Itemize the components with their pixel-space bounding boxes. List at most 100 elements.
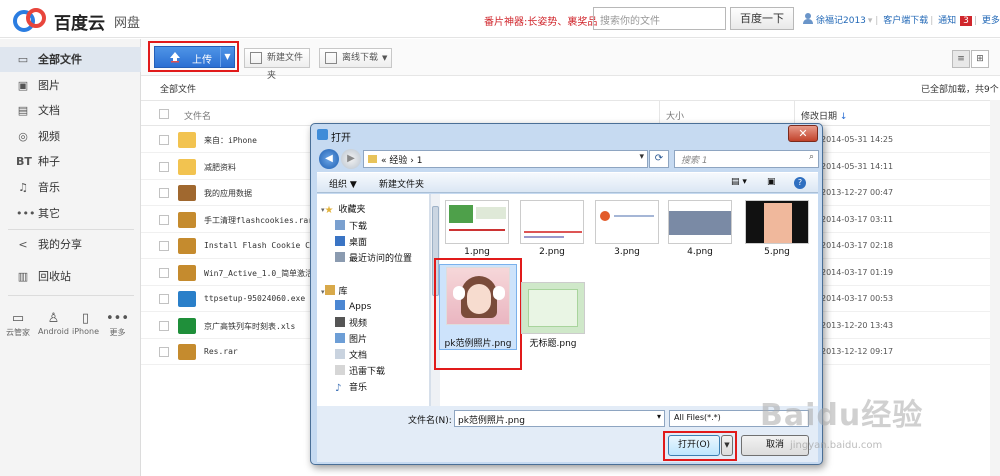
file-name[interactable]: Win7_Active_1.0_简单激活工	[204, 268, 321, 279]
dialog-close-button[interactable]: ✕	[788, 125, 818, 142]
folder-icon	[178, 158, 196, 175]
file-label-3[interactable]: 3.png	[595, 247, 659, 257]
offline-download-button[interactable]: 离线下载 ▼	[319, 48, 392, 68]
row-checkbox[interactable]	[159, 241, 169, 251]
file-name[interactable]: 减肥资料	[204, 162, 236, 173]
nav-favorites[interactable]: ▾★ 收藏夹	[321, 202, 366, 216]
open-button[interactable]: 打开(O)	[668, 435, 720, 456]
row-checkbox[interactable]	[159, 267, 169, 278]
dialog-search-input[interactable]: 搜索 1 ⌕	[674, 150, 819, 168]
back-button[interactable]: ◀	[319, 149, 339, 169]
nav-desktop[interactable]: 桌面	[335, 235, 367, 248]
file-name[interactable]: Install Flash Cookie Clea	[204, 241, 324, 250]
sidebar-item-music[interactable]: ♫ 音乐	[0, 175, 141, 200]
exe-icon	[178, 291, 196, 307]
row-checkbox[interactable]	[159, 135, 169, 145]
view-options-icon[interactable]: ▤ ▾	[731, 177, 747, 187]
file-label-4[interactable]: 4.png	[668, 247, 732, 257]
grid-view-toggle[interactable]: ⊞	[971, 50, 989, 68]
col-date[interactable]: 修改日期 ↓	[801, 109, 847, 122]
forward-button[interactable]: ▶	[341, 149, 361, 169]
preview-pane-icon[interactable]: ▣	[767, 177, 776, 187]
username-link[interactable]: 徐福记2013	[816, 16, 866, 26]
filename-input[interactable]: pk范例照片.png ▾	[454, 410, 665, 427]
baidu-cloud-logo[interactable]	[10, 6, 50, 32]
breadcrumb[interactable]: 全部文件	[160, 82, 196, 95]
search-button[interactable]: 百度一下	[730, 7, 794, 30]
nav-xunlei[interactable]: 迅雷下载	[335, 364, 385, 377]
chevron-down-icon[interactable]: ▾	[657, 412, 661, 421]
file-label-untitled[interactable]: 无标题.png	[521, 336, 585, 349]
sidebar-item-other[interactable]: ••• 其它	[0, 201, 141, 226]
sidebar-item-all-files[interactable]: ▭ 全部文件	[0, 47, 141, 72]
upload-button[interactable]: 上传 ▼	[154, 46, 235, 68]
file-label-1[interactable]: 1.png	[445, 247, 509, 257]
sidebar-item-share[interactable]: < 我的分享	[0, 232, 141, 257]
select-all-checkbox[interactable]	[159, 109, 169, 119]
user-links: 徐福记2013 ▾ | 客户端下载 | 通知 3 | 更多	[816, 16, 1000, 26]
row-checkbox[interactable]	[159, 320, 169, 331]
device-android[interactable]: ♙ Android	[38, 311, 69, 336]
address-bar[interactable]: « 经验 › 1 ▾	[363, 150, 648, 168]
notice-link[interactable]: 通知	[938, 16, 956, 26]
file-name[interactable]: 京广高铁列车时刻表.xls	[204, 321, 295, 332]
upload-dropdown[interactable]: ▼	[220, 47, 234, 67]
search-input[interactable]: 搜索你的文件	[593, 7, 726, 30]
file-thumb-2[interactable]	[520, 200, 584, 244]
file-thumb-4[interactable]	[668, 200, 732, 244]
col-filename[interactable]: 文件名	[184, 109, 211, 122]
chevron-down-icon[interactable]: ▾	[639, 152, 644, 162]
list-view-toggle[interactable]: ≡	[952, 50, 970, 68]
device-iphone[interactable]: ▯ iPhone	[72, 311, 99, 336]
file-name[interactable]: 手工清理flashcookies.rar	[204, 215, 313, 226]
row-checkbox[interactable]	[159, 214, 169, 225]
main-scrollbar[interactable]	[990, 100, 1000, 476]
row-checkbox[interactable]	[159, 294, 169, 304]
nav-downloads[interactable]: 下载	[335, 219, 367, 232]
promo-link[interactable]: 番片神器:长姿势、裹奖品	[484, 13, 597, 28]
sidebar-item-videos[interactable]: ◎ 视频	[0, 124, 141, 149]
file-thumb-5[interactable]	[745, 200, 809, 244]
nav-pictures[interactable]: 图片	[335, 332, 367, 345]
sidebar-item-recycle[interactable]: ▥ 回收站	[0, 264, 141, 289]
device-cloud-manager[interactable]: ▭ 云管家	[6, 311, 30, 338]
nav-music[interactable]: ♪ 音乐	[335, 380, 367, 394]
file-thumb-3[interactable]	[595, 200, 659, 244]
row-checkbox[interactable]	[159, 161, 169, 172]
help-icon[interactable]: ?	[794, 177, 806, 189]
sidebar-item-images[interactable]: ▣ 图片	[0, 73, 141, 98]
file-name[interactable]: ttpsetup-95024060.exe	[204, 294, 305, 303]
nav-library[interactable]: ▾ 库	[321, 284, 348, 297]
file-thumb-untitled[interactable]	[521, 282, 585, 334]
recent-icon	[335, 252, 345, 262]
star-icon: ★	[324, 205, 334, 216]
android-icon: ♙	[47, 311, 60, 326]
open-dropdown[interactable]: ▼	[721, 435, 733, 456]
nav-documents[interactable]: 文档	[335, 348, 367, 361]
sidebar-item-documents[interactable]: ▤ 文档	[0, 98, 141, 123]
trash-icon: ▥	[17, 270, 29, 283]
row-checkbox[interactable]	[159, 188, 169, 198]
row-checkbox[interactable]	[159, 347, 169, 357]
col-size[interactable]: 大小	[666, 109, 684, 122]
nav-apps[interactable]: Apps	[335, 300, 371, 312]
file-name[interactable]: 来自：iPhone	[204, 135, 257, 146]
organize-menu[interactable]: 组织 ▼	[329, 177, 357, 190]
dialog-title: 打开	[331, 133, 351, 144]
file-thumb-1[interactable]	[445, 200, 509, 244]
device-more[interactable]: ••• 更多	[106, 311, 129, 338]
monitor-icon: ▭	[11, 311, 25, 326]
file-label-5[interactable]: 5.png	[745, 247, 809, 257]
nav-recent[interactable]: 最近访问的位置	[335, 251, 412, 264]
new-folder-button[interactable]: 新建文件夹	[244, 48, 310, 81]
file-name[interactable]: Res.rar	[204, 347, 238, 356]
refresh-button[interactable]: ⟳	[649, 150, 669, 168]
file-name[interactable]: 我的应用数据	[204, 188, 252, 199]
file-date: 2014-03-17 00:53	[821, 294, 894, 303]
client-download-link[interactable]: 客户端下载	[883, 16, 928, 26]
more-link[interactable]: 更多	[982, 16, 1000, 26]
nav-videos[interactable]: 视频	[335, 316, 367, 329]
file-label-2[interactable]: 2.png	[520, 247, 584, 257]
dialog-new-folder-button[interactable]: 新建文件夹	[379, 177, 424, 190]
sidebar-item-bt[interactable]: BT 种子	[0, 149, 141, 174]
